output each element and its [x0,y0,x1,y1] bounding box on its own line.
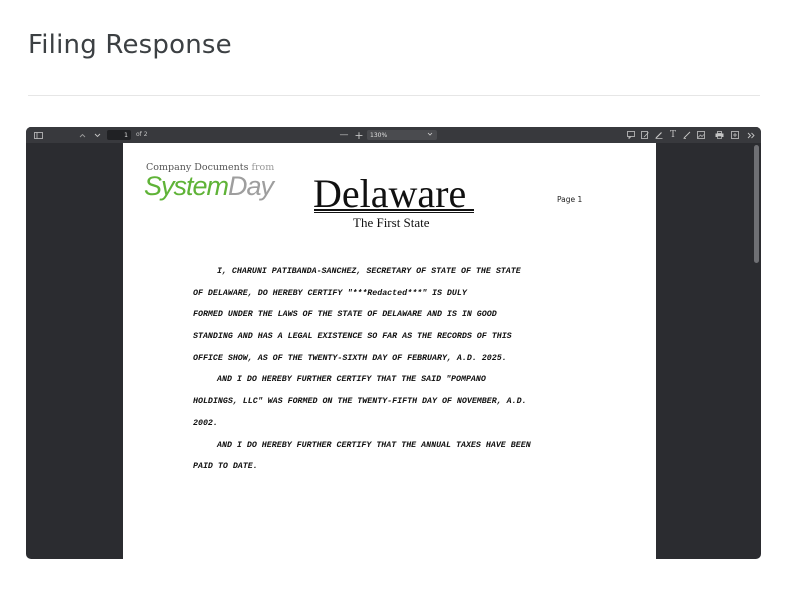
page-total-label: of 2 [136,131,148,138]
certificate-line: AND I DO HEREBY FURTHER CERTIFY THAT THE… [217,375,486,385]
logo-system: System [144,171,229,201]
heading-underline-thin [314,212,474,213]
certificate-line: HOLDINGS, LLC" WAS FORMED ON THE TWENTY-… [193,397,527,407]
viewer-scrollbar[interactable] [754,145,759,263]
systemday-logo: SystemDay [144,171,274,202]
edit-icon[interactable] [640,127,650,143]
zoom-select[interactable]: 130% [367,130,437,140]
page-number-input[interactable]: 1 [107,130,131,140]
chevron-down-icon[interactable] [92,127,102,143]
more-tools-icon[interactable] [746,127,756,143]
highlight-icon[interactable] [654,127,664,143]
save-icon[interactable] [730,127,740,143]
image-icon[interactable] [696,127,706,143]
certificate-line: OFFICE SHOW, AS OF THE TWENTY-SIXTH DAY … [193,353,507,363]
certificate-line: FORMED UNDER THE LAWS OF THE STATE OF DE… [193,310,497,320]
page-title: Filing Response [28,30,232,60]
certificate-line: I, CHARUNI PATIBANDA-SANCHEZ, SECRETARY … [217,267,521,276]
document-page: Company Documents from SystemDay Delawar… [123,143,656,559]
certificate-body: I, CHARUNI PATIBANDA-SANCHEZ, SECRETARY … [193,267,613,484]
chevron-up-icon[interactable] [77,127,87,143]
title-divider [28,95,760,96]
certificate-line: AND I DO HEREBY FURTHER CERTIFY THAT THE… [217,440,531,450]
comment-icon[interactable] [626,127,636,143]
zoom-value: 130% [370,131,388,139]
logo-day: Day [228,171,274,201]
page-number-label: Page 1 [557,195,583,204]
zoom-out-button[interactable]: — [339,127,349,143]
print-icon[interactable] [714,127,724,143]
heading-underline [314,209,474,211]
pdf-viewer: 1 of 2 — + 130% T Company Documents from… [26,127,761,559]
text-icon[interactable]: T [668,127,678,143]
certificate-line: OF DELAWARE, DO HEREBY CERTIFY "***Redac… [193,288,467,298]
zoom-in-button[interactable]: + [354,127,364,143]
state-motto: The First State [353,215,430,230]
certificate-line: 2002. [193,418,218,428]
certificate-line: STANDING AND HAS A LEGAL EXISTENCE SO FA… [193,332,512,342]
certificate-line: PAID TO DATE. [193,462,258,472]
chevron-down-icon [427,131,433,139]
sidebar-toggle-icon[interactable] [32,127,44,143]
pdf-toolbar: 1 of 2 — + 130% T [26,127,761,143]
draw-icon[interactable] [682,127,692,143]
